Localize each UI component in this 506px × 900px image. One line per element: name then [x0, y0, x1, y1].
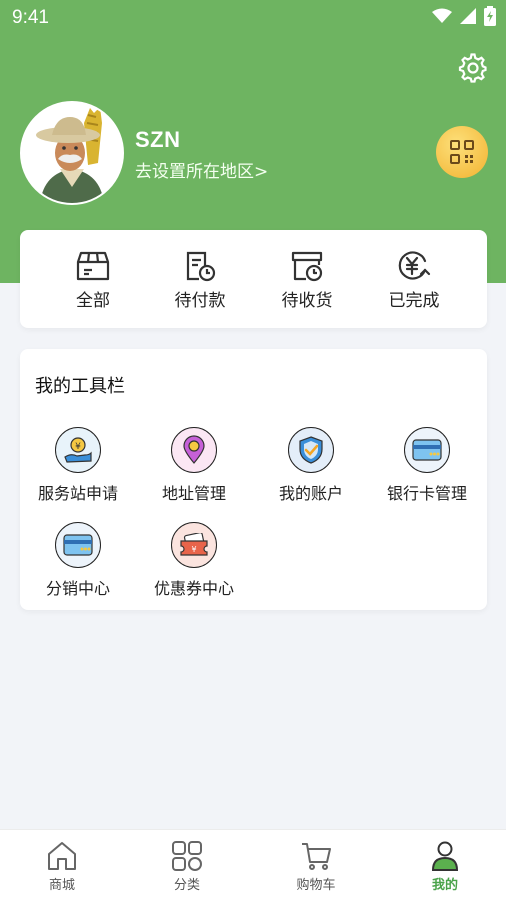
bottom-tab-bar: 商城 分类 购物车 我的 — [0, 829, 506, 900]
shield-check-icon — [288, 427, 334, 473]
order-pending-payment-label: 待付款 — [174, 291, 226, 311]
orders-card: 全部 待付款 待收货 已完成 — [20, 230, 487, 328]
tool-my-account-label: 我的账户 — [278, 484, 343, 503]
cart-icon — [302, 843, 331, 870]
qr-code-button[interactable] — [436, 126, 488, 178]
tool-address-management[interactable]: 地址管理 — [136, 427, 252, 504]
order-all-button[interactable]: 全部 — [53, 250, 133, 311]
tool-distribution-center[interactable]: 分销中心 — [20, 522, 136, 599]
order-completed-button[interactable]: 已完成 — [374, 250, 454, 311]
order-pending-receipt-button[interactable]: 待收货 — [267, 250, 347, 311]
signal-icon — [460, 8, 476, 24]
tab-category-label: 分类 — [173, 878, 200, 893]
tool-coupon-center[interactable]: ¥ 优惠券中心 — [136, 522, 252, 599]
order-pending-payment-button[interactable]: 待付款 — [160, 250, 240, 311]
order-all-label: 全部 — [76, 291, 110, 311]
card-icon — [55, 522, 101, 568]
tab-mine-label: 我的 — [431, 878, 458, 893]
status-time: 9:41 — [12, 7, 49, 28]
tools-card: 我的工具栏 ¥ 服务站申请 地址管理 我的账户 银行卡管理 分销中心 ¥ 优惠券… — [20, 349, 487, 610]
tab-mall-label: 商城 — [48, 878, 75, 893]
tab-cart[interactable]: 购物车 — [276, 840, 356, 893]
status-bar: 9:41 — [0, 0, 506, 36]
tools-title: 我的工具栏 — [35, 376, 125, 397]
tool-distribution-center-label: 分销中心 — [45, 579, 110, 598]
status-icons — [432, 6, 496, 26]
coupon-icon: ¥ — [171, 522, 217, 568]
package-clock-icon — [291, 251, 323, 282]
svg-text:¥: ¥ — [75, 442, 81, 452]
wifi-icon — [432, 8, 452, 23]
yen-refresh-icon — [398, 251, 431, 280]
order-completed-label: 已完成 — [388, 291, 440, 311]
bank-card-icon — [404, 427, 450, 473]
tab-cart-label: 购物车 — [296, 878, 336, 893]
tool-my-account[interactable]: 我的账户 — [253, 427, 369, 504]
username: SZN — [135, 127, 181, 152]
home-icon — [48, 842, 76, 870]
battery-icon — [484, 6, 496, 26]
qr-code-icon — [450, 140, 474, 164]
grid-icon — [172, 841, 202, 871]
tool-service-station-apply[interactable]: ¥ 服务站申请 — [20, 427, 136, 504]
order-pending-receipt-label: 待收货 — [281, 291, 333, 311]
tab-mall[interactable]: 商城 — [22, 840, 102, 893]
tool-service-station-apply-label: 服务站申请 — [37, 484, 118, 503]
location-pin-icon — [171, 427, 217, 473]
tool-address-management-label: 地址管理 — [161, 484, 226, 503]
tool-coupon-center-label: 优惠券中心 — [153, 579, 234, 598]
tab-mine[interactable]: 我的 — [405, 840, 485, 893]
farmer-avatar-illustration — [22, 103, 122, 203]
svg-text:¥: ¥ — [191, 545, 196, 554]
hand-coin-icon: ¥ — [55, 427, 101, 473]
person-icon — [431, 841, 459, 871]
bill-clock-icon — [186, 251, 216, 282]
tool-bank-card-management[interactable]: 银行卡管理 — [369, 427, 485, 504]
user-avatar[interactable] — [20, 101, 124, 205]
tab-category[interactable]: 分类 — [147, 840, 227, 893]
tool-bank-card-management-label: 银行卡管理 — [386, 484, 467, 503]
settings-gear-icon[interactable] — [458, 53, 488, 83]
box-icon — [76, 251, 110, 281]
set-region-link[interactable]: 去设置所在地区> — [135, 157, 268, 182]
